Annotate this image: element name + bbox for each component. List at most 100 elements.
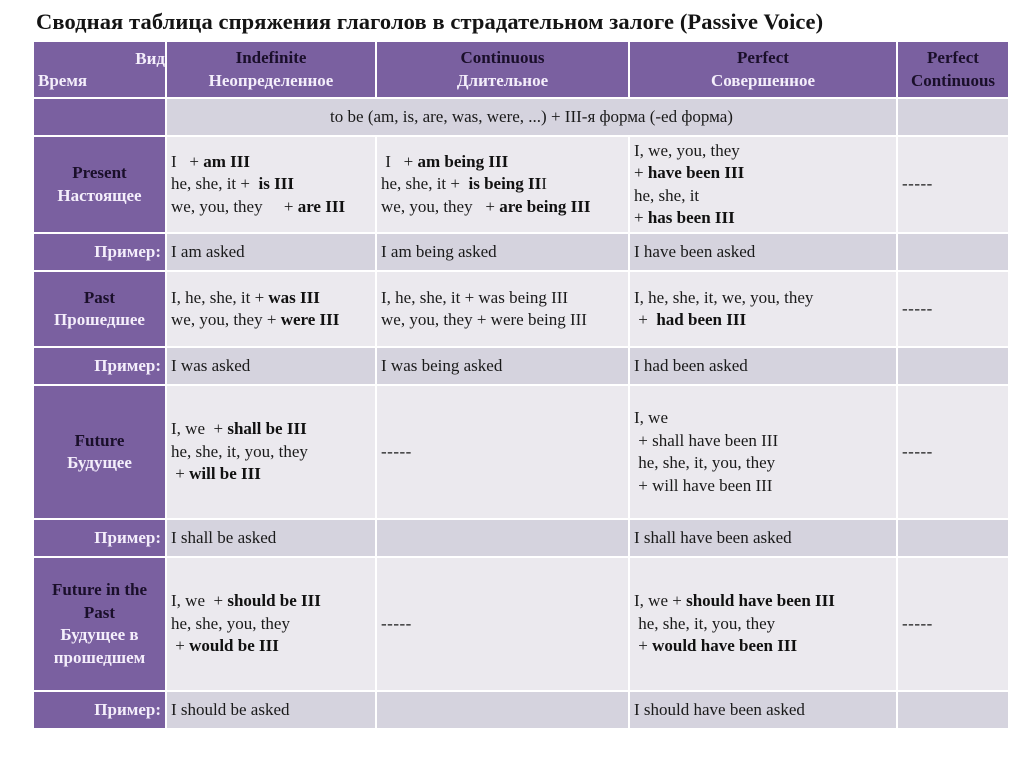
tense-row-past: Past Прошедшее I, he, she, it + was III w… [32, 270, 1010, 348]
header-en: Perfect [927, 48, 979, 67]
cell-line: I + am III [171, 151, 251, 171]
tense-en: Past [83, 287, 116, 307]
formula-row: to be (am, is, are, was, were, ...) + II… [32, 97, 1010, 137]
cell-line: + would be III [171, 636, 279, 656]
bold-form: have been III [647, 163, 745, 182]
cell-line: he, she, you, they [171, 613, 290, 633]
tense-row-future: Future Будущее I, we + shall be III he, s… [32, 384, 1010, 520]
cell-line: we, you, they + were III [171, 310, 340, 329]
cell-fip-indefinite: I, we + should be III he, she, you, they … [165, 556, 377, 692]
cell-line: I, we + shall be III [171, 419, 307, 439]
example-cell: I had been asked [628, 346, 898, 386]
tense-label-past: Past Прошедшее [32, 270, 167, 348]
bold-form: am III [203, 151, 251, 171]
example-label: Пример: [32, 346, 167, 386]
cell-line: I + am being III [381, 151, 509, 171]
example-row-present: Пример: I am asked I am being asked I ha… [32, 232, 1010, 272]
cell-future-indefinite: I, we + shall be III he, she, it, you, th… [165, 384, 377, 520]
header-perfect: Perfect Совершенное [628, 40, 898, 99]
cell-line: I, he, she, it, we, you, they [634, 287, 814, 307]
cell-present-continuous: I + am being III he, she, it + is being I… [375, 135, 630, 234]
bold-form: should be III [227, 591, 321, 611]
cell-past-continuous: I, he, she, it + was being III we, you, t… [375, 270, 630, 348]
bold-form: would be III [189, 636, 279, 656]
cell-future-perfect: I, we + shall have been III he, she, it,… [628, 384, 898, 520]
header-en: Perfect [737, 48, 789, 67]
bold-form: was III [268, 287, 320, 307]
cell-line: he, she, it [634, 185, 700, 205]
cell-fip-continuous: ----- [375, 556, 630, 692]
header-ru: Длительное [456, 70, 549, 90]
header-en: Continuous [460, 48, 545, 67]
cell-line: he, she, it + is being III [381, 174, 547, 194]
example-cell: I shall be asked [165, 518, 377, 558]
cell-fip-perfect: I, we + should have been III he, she, it… [628, 556, 898, 692]
bold-form: am being III [417, 151, 509, 171]
cell-future-perfect-continuous: ----- [896, 384, 1010, 520]
example-cell: I was being asked [375, 346, 630, 386]
example-cell: I am asked [165, 232, 377, 272]
cell-past-indefinite: I, he, she, it + was III we, you, they + … [165, 270, 377, 348]
tense-label-future-in-past: Future in the Past Будущее в прошедшем [32, 556, 167, 692]
cell-line: I, he, she, it + was being III [381, 287, 569, 307]
aspect-label: Вид [135, 49, 165, 68]
page-title: Сводная таблица спряжения глаголов в стр… [36, 9, 824, 34]
cell-line: + would have been III [634, 636, 798, 656]
header-en: Indefinite [235, 48, 307, 67]
cell-line: we, you, they + were being III [381, 310, 587, 329]
cell-line: + will have been III [634, 475, 773, 495]
tense-ru: Будущее в прошедшем [53, 625, 146, 667]
header-row: Вид Время Indefinite Неопределенное Cont… [32, 40, 1010, 99]
bold-form: had been III [656, 310, 747, 329]
cell-future-continuous: ----- [375, 384, 630, 520]
header-perfect-continuous: Perfect Continuous [896, 40, 1010, 99]
cell-line: he, she, it, you, they [634, 453, 776, 472]
bold-form: are III [297, 196, 346, 216]
header-continuous: Continuous Длительное [375, 40, 630, 99]
tense-label-present: Present Настоящее [32, 135, 167, 234]
example-cell: I have been asked [628, 232, 898, 272]
cell-present-indefinite: I + am III he, she, it + is III we, you, t… [165, 135, 377, 234]
example-cell: I was asked [165, 346, 377, 386]
cell-line: we, you, they + are III [171, 196, 346, 216]
cell-line: he, she, it, you, they [171, 441, 308, 461]
cell-fip-perfect-continuous: ----- [896, 556, 1010, 692]
example-cell: I should be asked [165, 690, 377, 730]
cell-line: + will be III [171, 464, 261, 484]
example-cell [896, 346, 1010, 386]
header-indefinite: Indefinite Неопределенное [165, 40, 377, 99]
bold-form: would have been III [652, 636, 798, 656]
bold-form: were III [280, 310, 340, 329]
header-ru: Совершенное [710, 70, 816, 90]
example-cell: I should have been asked [628, 690, 898, 730]
example-cell [375, 690, 630, 730]
bold-form: is III [258, 174, 294, 194]
formula-empty [896, 97, 1010, 137]
bold-form: has been III [647, 208, 735, 227]
example-row-future: Пример: I shall be asked I shall have be… [32, 518, 1010, 558]
passive-voice-table: Вид Время Indefinite Неопределенное Cont… [32, 40, 1010, 730]
example-label: Пример: [32, 690, 167, 730]
tense-label: Время [38, 70, 88, 90]
cell-line: I, we + should be III [171, 591, 321, 611]
example-cell [896, 690, 1010, 730]
cell-line: he, she, it, you, they [634, 613, 776, 633]
bold-form: should have been III [686, 591, 835, 611]
tense-en: Future in the Past [51, 580, 148, 622]
example-cell [375, 518, 630, 558]
cell-present-perfect-continuous: ----- [896, 135, 1010, 234]
cell-line: + shall have been III [634, 430, 779, 450]
cell-line: he, she, it + is III [171, 174, 294, 194]
tense-ru: Прошедшее [54, 310, 145, 329]
header-en: Continuous [910, 70, 996, 90]
tense-ru: Будущее [67, 453, 132, 472]
cell-line: + had been III [634, 310, 747, 329]
example-cell: I am being asked [375, 232, 630, 272]
cell-past-perfect: I, he, she, it, we, you, they + had been… [628, 270, 898, 348]
cell-line: I, we + should have been III [634, 591, 835, 611]
example-row-past: Пример: I was asked I was being asked I … [32, 346, 1010, 386]
bold-form: is being II [468, 174, 542, 194]
formula-side [32, 97, 167, 137]
example-label: Пример: [32, 232, 167, 272]
cell-line: I, we, you, they [634, 140, 740, 160]
